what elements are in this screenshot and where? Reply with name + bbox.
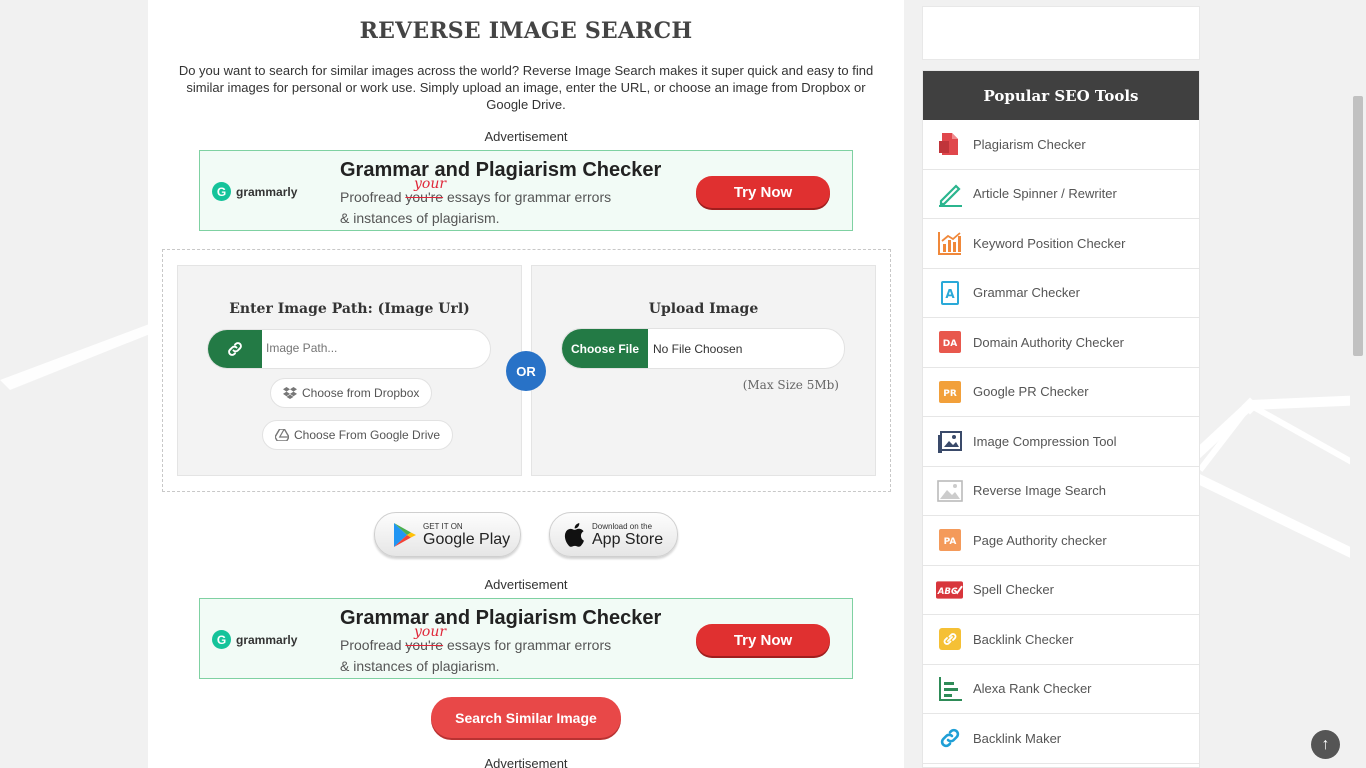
- link-icon: [936, 725, 963, 752]
- advertisement-label: Advertisement: [484, 129, 568, 144]
- search-similar-image-button[interactable]: Search Similar Image: [431, 697, 621, 738]
- main-content: REVERSE IMAGE SEARCH Do you want to sear…: [148, 0, 904, 768]
- page-description: Do you want to search for similar images…: [178, 63, 874, 112]
- sidebar-heading: Popular SEO Tools: [923, 71, 1199, 120]
- upload-area: Enter Image Path: (Image Url) Choose fro…: [162, 249, 891, 492]
- ad-headline: Grammar and Plagiarism Checker: [340, 159, 662, 181]
- ad-correction: your: [414, 176, 447, 192]
- ad-correction: your: [414, 624, 447, 640]
- pr-icon: PR: [936, 378, 963, 405]
- image-compress-icon: [936, 428, 963, 455]
- sidebar-item-page-authority-checker[interactable]: PA Page Authority checker: [923, 516, 1199, 566]
- sidebar-item-alexa-rank-checker[interactable]: Alexa Rank Checker: [923, 665, 1199, 714]
- dropbox-icon: [283, 387, 297, 399]
- grammarly-logo: G grammarly: [212, 182, 297, 201]
- file-input-group: Choose File No File Choosen: [561, 328, 845, 369]
- file-status: No File Choosen: [653, 342, 743, 356]
- ad-headline: Grammar and Plagiarism Checker: [340, 607, 662, 629]
- google-drive-icon: [275, 429, 289, 441]
- document-icon: [936, 131, 963, 158]
- ad-subtext: your Proofread you're essays for grammar…: [340, 624, 612, 674]
- popular-seo-tools: Popular SEO Tools Plagiarism Checker Art…: [922, 70, 1200, 768]
- svg-text:DA: DA: [942, 339, 956, 349]
- ad-subtext: your Proofread you're essays for grammar…: [340, 176, 612, 226]
- page-scrollbar[interactable]: [1350, 0, 1366, 768]
- advertisement-label-3: Advertisement: [484, 756, 568, 768]
- sidebar-item-reverse-image-search[interactable]: Reverse Image Search: [923, 467, 1199, 516]
- apple-icon: [564, 522, 584, 547]
- sidebar-item-article-spinner[interactable]: Article Spinner / Rewriter: [923, 170, 1199, 219]
- sidebar-item-grammar-checker[interactable]: A Grammar Checker: [923, 269, 1199, 318]
- image-url-input[interactable]: [266, 341, 476, 355]
- url-input-group: [207, 329, 491, 369]
- advertisement-banner[interactable]: G grammarly Grammar and Plagiarism Check…: [199, 150, 853, 231]
- da-icon: DA: [936, 329, 963, 356]
- sidebar-item-plagiarism-checker[interactable]: Plagiarism Checker: [923, 120, 1199, 170]
- scroll-to-top-button[interactable]: ↑: [1311, 730, 1340, 759]
- advertisement-banner-2[interactable]: G grammarly Grammar and Plagiarism Check…: [199, 598, 853, 679]
- svg-text:PA: PA: [943, 537, 956, 547]
- sidebar-item-backlink-checker[interactable]: Backlink Checker: [923, 615, 1199, 665]
- svg-text:A: A: [945, 287, 955, 301]
- google-play-badge[interactable]: GET IT ON Google Play: [374, 512, 521, 557]
- grammarly-icon: G: [212, 182, 231, 201]
- grammarly-icon: G: [212, 630, 231, 649]
- max-size-note: (Max Size 5Mb): [742, 378, 839, 392]
- sidebar-item-keyword-position-checker[interactable]: Keyword Position Checker: [923, 219, 1199, 269]
- url-panel: Enter Image Path: (Image Url) Choose fro…: [177, 265, 522, 476]
- advertisement-label-2: Advertisement: [484, 577, 568, 592]
- grammarly-logo: G grammarly: [212, 630, 297, 649]
- pen-icon: [936, 180, 963, 207]
- google-play-icon: [394, 522, 416, 547]
- sidebar-item-backlink-maker[interactable]: Backlink Maker: [923, 714, 1199, 764]
- url-panel-title: Enter Image Path: (Image Url): [229, 301, 470, 317]
- backlink-icon: [936, 626, 963, 653]
- google-drive-button[interactable]: Choose From Google Drive: [262, 420, 454, 450]
- upload-panel: Upload Image Choose File No File Choosen…: [531, 265, 876, 476]
- image-icon: [936, 477, 963, 504]
- rank-icon: [936, 675, 963, 702]
- upload-panel-title: Upload Image: [648, 301, 759, 317]
- scrollbar-thumb[interactable]: [1353, 96, 1363, 356]
- chart-icon: [936, 230, 963, 257]
- svg-text:PR: PR: [943, 389, 957, 399]
- app-store-badge[interactable]: Download on the App Store: [549, 512, 678, 557]
- sidebar-item-spell-checker[interactable]: ABC Spell Checker: [923, 566, 1199, 615]
- choose-file-button[interactable]: Choose File: [562, 329, 648, 368]
- link-icon[interactable]: [208, 330, 262, 368]
- pa-icon: PA: [936, 527, 963, 554]
- or-divider: OR: [506, 351, 546, 391]
- sidebar-item-image-compression-tool[interactable]: Image Compression Tool: [923, 417, 1199, 467]
- sidebar-ad-slot: [922, 6, 1200, 60]
- dropbox-button[interactable]: Choose from Dropbox: [270, 378, 433, 408]
- sidebar-item-domain-authority-checker[interactable]: DA Domain Authority Checker: [923, 318, 1199, 368]
- spell-icon: ABC: [936, 576, 963, 603]
- ad-try-now-button[interactable]: Try Now: [696, 624, 830, 656]
- grammar-icon: A: [936, 279, 963, 306]
- sidebar-item-google-pr-checker[interactable]: PR Google PR Checker: [923, 368, 1199, 417]
- ad-try-now-button[interactable]: Try Now: [696, 176, 830, 208]
- page-title: REVERSE IMAGE SEARCH: [359, 18, 693, 44]
